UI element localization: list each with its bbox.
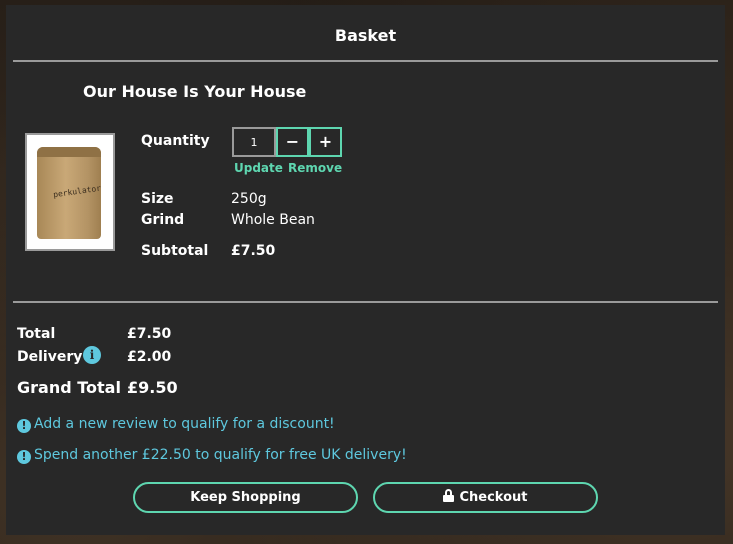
alert-icon: ! — [17, 450, 31, 464]
subtotal-value: £7.50 — [231, 243, 276, 259]
checkout-label: Checkout — [459, 490, 528, 505]
coffee-bag-seal — [37, 147, 101, 157]
product-image[interactable]: perkulator — [25, 133, 115, 251]
summary-divider — [13, 301, 718, 303]
alert-icon: ! — [17, 419, 31, 433]
total-value: £7.50 — [127, 326, 172, 342]
page-title: Basket — [334, 26, 397, 45]
update-link[interactable]: Update — [234, 161, 283, 175]
lock-icon — [443, 489, 455, 502]
size-label: Size — [141, 191, 174, 207]
total-label: Total — [17, 326, 56, 342]
info-icon[interactable]: i — [83, 346, 101, 364]
decrement-button[interactable]: − — [276, 127, 309, 157]
review-discount-notice[interactable]: ! Add a new review to qualify for a disco… — [17, 416, 335, 433]
subtotal-label: Subtotal — [141, 243, 209, 259]
delivery-label: Delivery — [17, 349, 83, 365]
grand-total-label: Grand Total — [17, 378, 121, 397]
remove-link[interactable]: Remove — [288, 161, 342, 175]
grand-total-value: £9.50 — [127, 378, 178, 397]
grind-label: Grind — [141, 212, 185, 228]
keep-shopping-button[interactable]: Keep Shopping — [133, 482, 358, 513]
basket-panel: Basket Our House Is Your House perkulato… — [6, 5, 725, 535]
product-name[interactable]: Our House Is Your House — [83, 82, 306, 101]
free-delivery-notice: ! Spend another £22.50 to qualify for fre… — [17, 447, 407, 464]
header-divider — [13, 60, 718, 62]
delivery-value: £2.00 — [127, 349, 172, 365]
review-discount-text: Add a new review to qualify for a discou… — [34, 416, 335, 432]
size-value: 250g — [231, 191, 267, 207]
increment-button[interactable]: + — [309, 127, 342, 157]
grind-value: Whole Bean — [231, 212, 315, 228]
quantity-label: Quantity — [141, 133, 210, 149]
checkout-button[interactable]: Checkout — [373, 482, 598, 513]
free-delivery-text: Spend another £22.50 to qualify for free… — [34, 447, 407, 463]
quantity-input[interactable] — [232, 127, 276, 157]
